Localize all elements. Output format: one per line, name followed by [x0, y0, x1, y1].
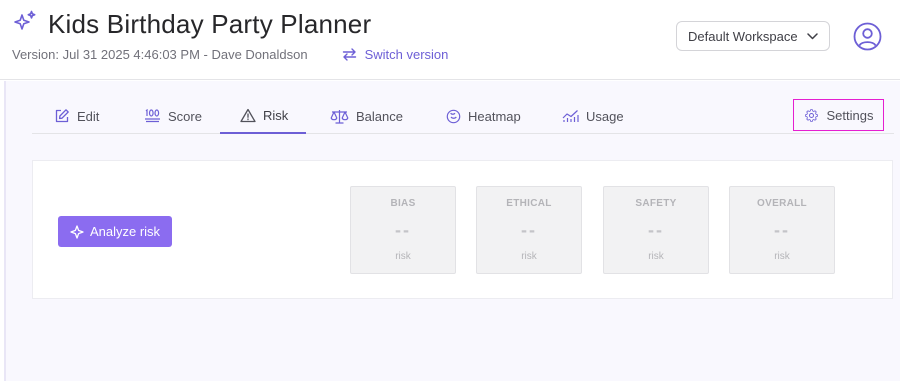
tab-score-label: Score [168, 108, 202, 124]
risk-card-value: -- [648, 220, 664, 240]
tab-heatmap-label: Heatmap [468, 108, 521, 124]
risk-card-ethical: ETHICAL -- risk [476, 186, 582, 274]
risk-card-label: SAFETY [635, 198, 677, 209]
risk-card-value: -- [395, 220, 411, 240]
usage-chart-icon [562, 110, 579, 122]
version-row: Version: Jul 31 2025 4:46:03 PM - Dave D… [12, 47, 448, 62]
score-100-icon [145, 109, 160, 123]
tab-usage-label: Usage [586, 108, 624, 124]
analyze-risk-button[interactable]: Analyze risk [58, 216, 172, 247]
main-content: Edit Score Risk Balance Heatmap Usage Se… [4, 81, 900, 381]
user-circle-icon [853, 22, 882, 51]
tab-heatmap[interactable]: Heatmap [440, 98, 527, 134]
tab-edit[interactable]: Edit [48, 98, 105, 134]
risk-card-unit: risk [774, 251, 790, 262]
tab-balance[interactable]: Balance [324, 98, 409, 134]
switch-version-label: Switch version [364, 47, 449, 62]
chevron-down-icon [807, 32, 818, 39]
swap-arrows-icon [342, 48, 356, 61]
tab-bar: Edit Score Risk Balance Heatmap Usage [32, 98, 894, 134]
scale-icon [330, 109, 349, 124]
settings-button[interactable]: Settings [793, 99, 884, 131]
tab-usage[interactable]: Usage [556, 98, 630, 134]
risk-card-label: BIAS [390, 198, 416, 209]
tab-balance-label: Balance [356, 108, 403, 124]
analyze-risk-label: Analyze risk [89, 224, 161, 239]
tab-risk[interactable]: Risk [220, 98, 306, 134]
tab-score[interactable]: Score [138, 98, 208, 134]
risk-panel: Analyze risk BIAS -- risk ETHICAL -- ris… [32, 160, 893, 299]
tab-edit-label: Edit [77, 108, 100, 124]
page-title: Kids Birthday Party Planner [48, 9, 372, 39]
settings-label: Settings [826, 107, 874, 123]
risk-card-value: -- [774, 220, 790, 240]
risk-card-safety: SAFETY -- risk [603, 186, 709, 274]
workspace-value: Default Workspace [688, 28, 798, 44]
user-avatar-button[interactable] [853, 22, 882, 51]
gear-icon [804, 108, 818, 122]
page-header: Kids Birthday Party Planner Version: Jul… [0, 0, 900, 80]
switch-version-link[interactable]: Switch version [342, 47, 449, 62]
risk-card-label: ETHICAL [506, 198, 552, 209]
risk-card-bias: BIAS -- risk [350, 186, 456, 274]
title-row: Kids Birthday Party Planner [12, 9, 371, 40]
sparkle-icon [12, 9, 38, 40]
version-text: Version: Jul 31 2025 4:46:03 PM - Dave D… [12, 47, 308, 62]
workspace-select[interactable]: Default Workspace [676, 21, 830, 51]
edit-icon [55, 109, 69, 123]
risk-card-label: OVERALL [757, 198, 807, 209]
tab-risk-label: Risk [263, 107, 289, 123]
risk-card-unit: risk [648, 251, 664, 262]
risk-card-unit: risk [521, 251, 537, 262]
sparkle-icon [70, 224, 84, 239]
risk-card-unit: risk [395, 251, 411, 262]
risk-card-overall: OVERALL -- risk [729, 186, 835, 274]
warning-triangle-icon [240, 108, 256, 122]
risk-card-value: -- [521, 220, 537, 240]
heatmap-icon [446, 109, 461, 123]
